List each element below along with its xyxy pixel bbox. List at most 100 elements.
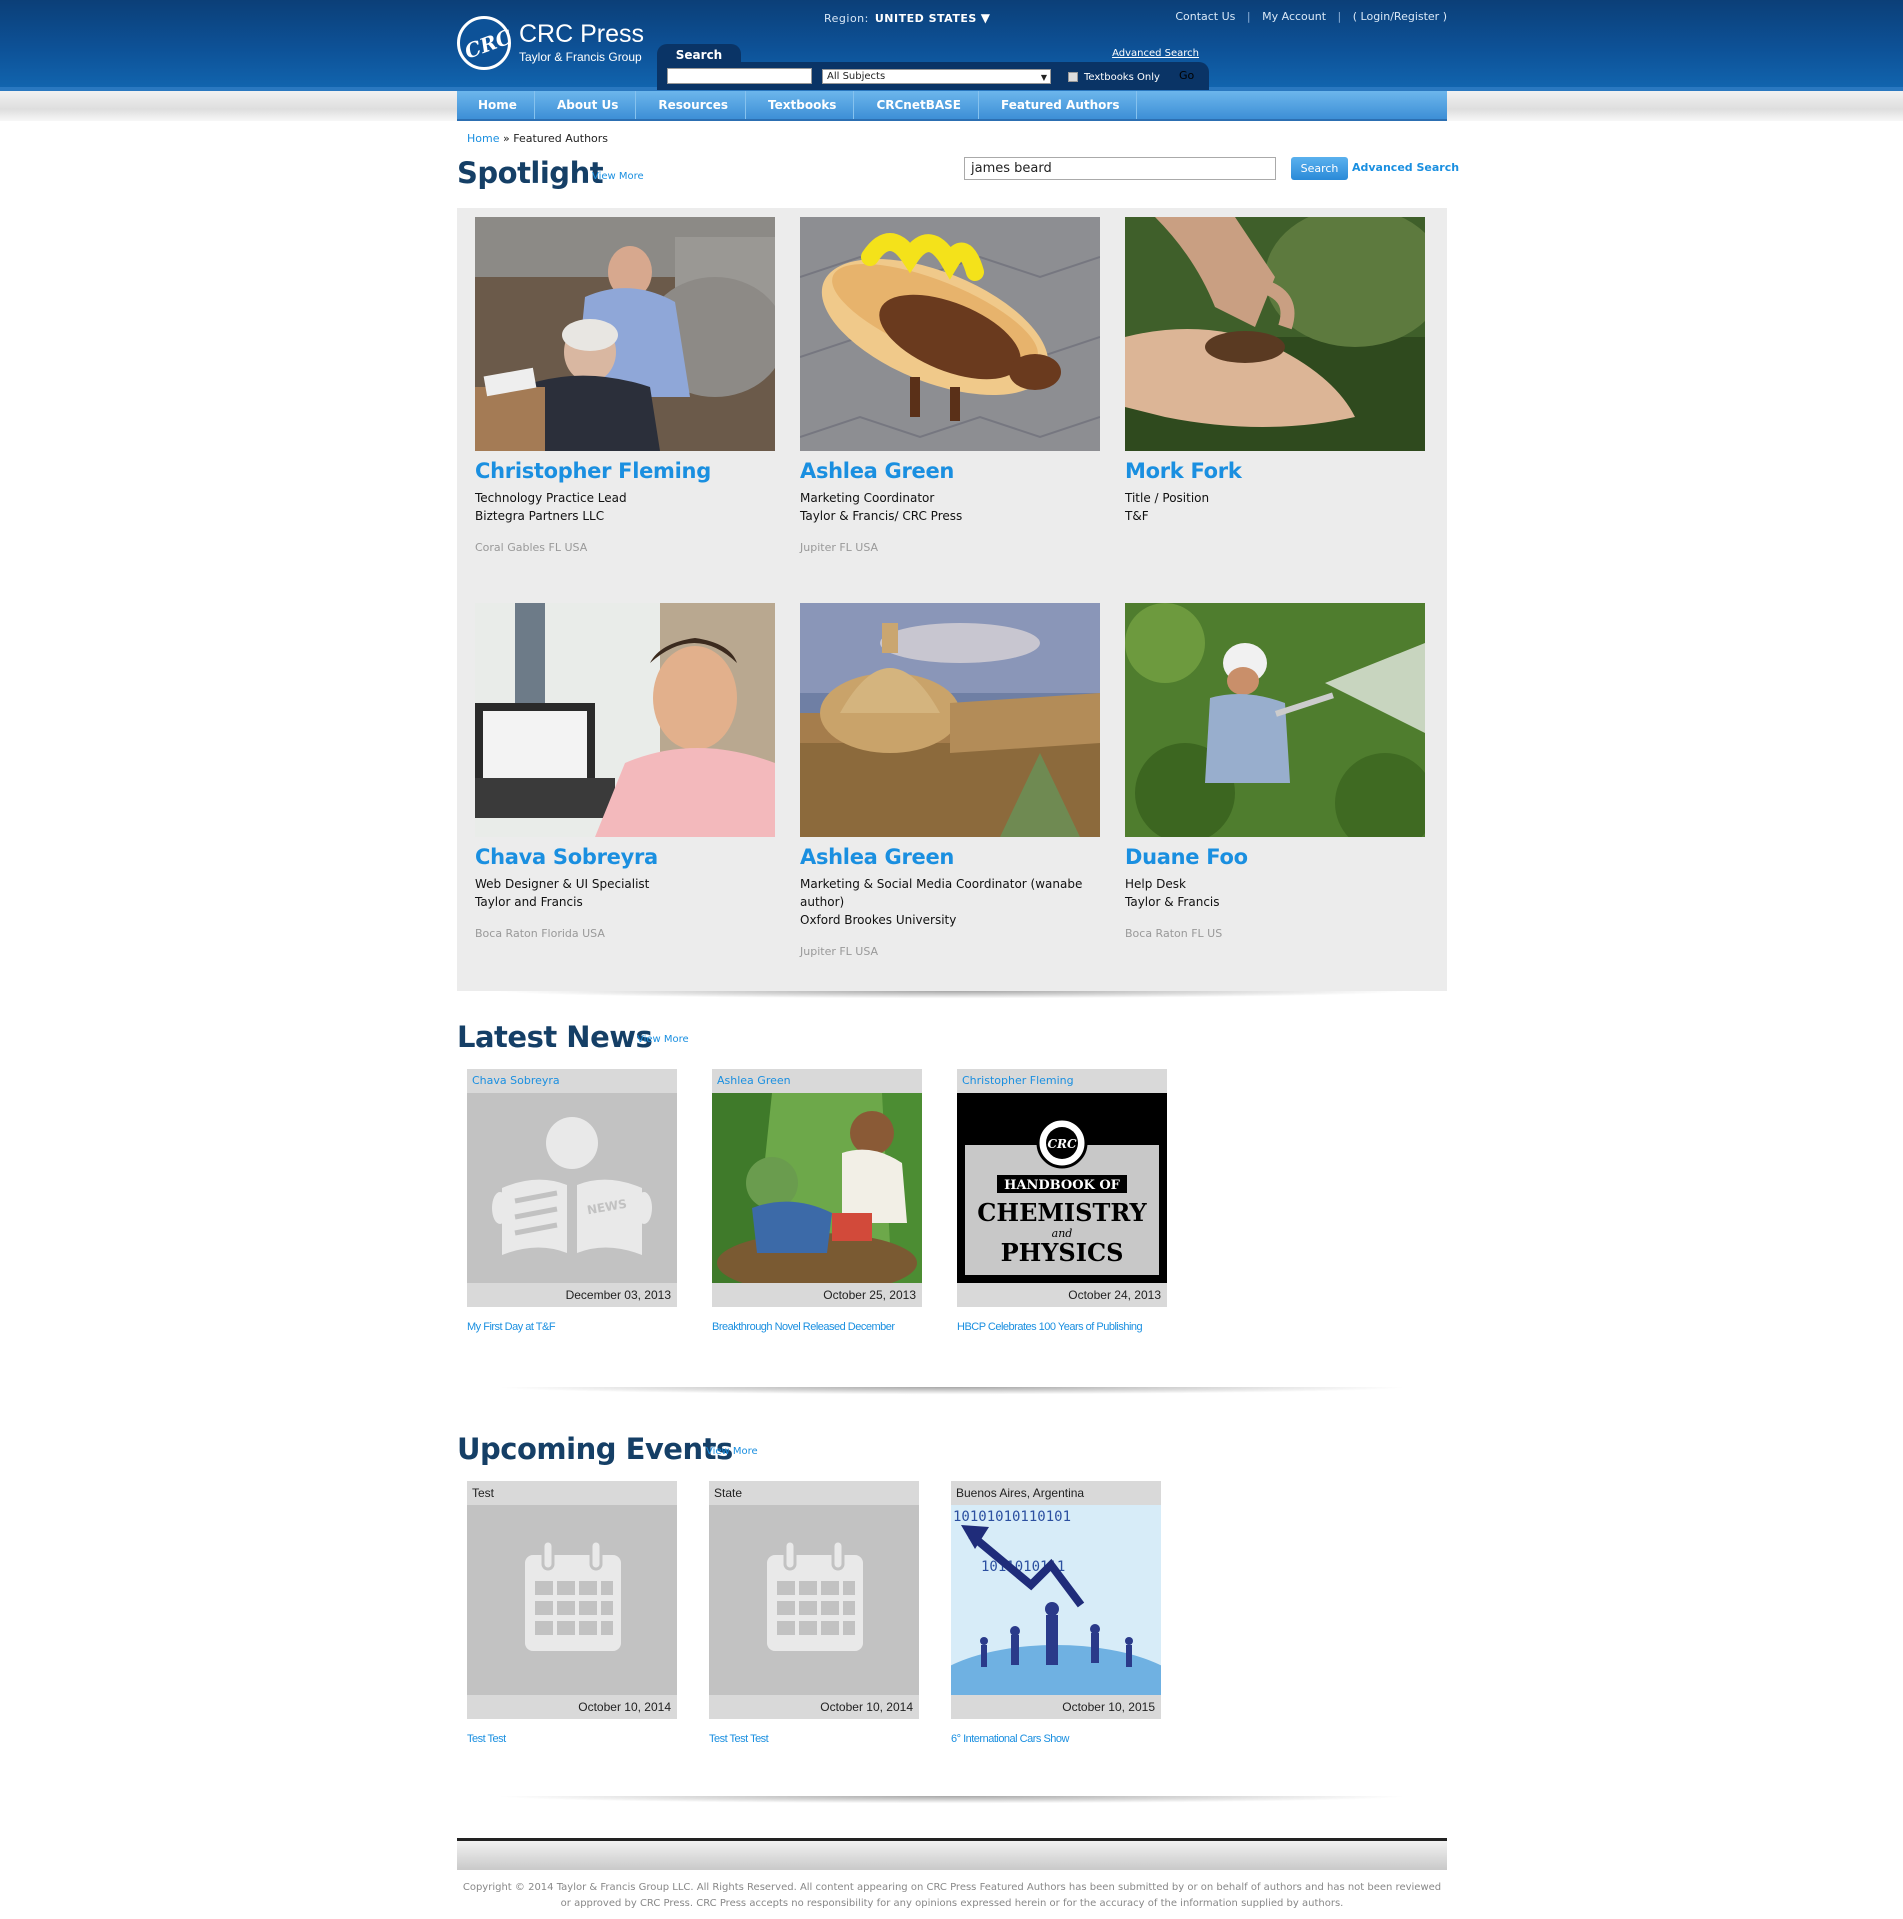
author-role: Title / Position T&F: [1125, 489, 1425, 525]
calendar-icon[interactable]: [467, 1505, 677, 1695]
author-position: Web Designer & UI Specialist: [475, 877, 650, 891]
main-nav: Home About Us Resources Textbooks CRCnet…: [457, 91, 1447, 121]
region-value: UNITED STATES: [874, 12, 977, 25]
go-button[interactable]: Go: [1179, 69, 1194, 82]
header-search-input[interactable]: [667, 68, 812, 84]
events-view-more[interactable]: View More: [706, 1446, 758, 1457]
cover-badge-text: CRC: [1047, 1137, 1077, 1151]
author-card[interactable]: Ashlea Green Marketing Coordinator Taylo…: [800, 217, 1100, 554]
crc-press-logo[interactable]: CRC CRC Press Taylor & Francis Group: [457, 16, 657, 74]
svg-text:10101010110101: 10101010110101: [953, 1509, 1071, 1525]
news-headline[interactable]: HBCP Celebrates 100 Years of Publishing: [957, 1321, 1167, 1333]
author-search-button[interactable]: Search: [1291, 157, 1348, 180]
author-search-input[interactable]: james beard: [964, 157, 1276, 180]
news-image[interactable]: CRC HANDBOOK OF CHEMISTRY and PHYSICS: [957, 1093, 1167, 1283]
news-placeholder-icon[interactable]: NEWS: [467, 1093, 677, 1283]
news-image[interactable]: [712, 1093, 922, 1283]
author-role: Technology Practice Lead Biztegra Partne…: [475, 489, 775, 525]
cover-title-line1: HANDBOOK OF: [1004, 1178, 1121, 1193]
subject-select[interactable]: All Subjects ▼: [822, 69, 1051, 84]
author-name[interactable]: Ashlea Green: [800, 459, 1100, 483]
advanced-search-link[interactable]: Advanced Search: [1112, 48, 1199, 59]
header-search: Search Advanced Search All Subjects ▼ Tex…: [657, 44, 1209, 90]
author-photo[interactable]: [800, 217, 1100, 451]
news-card[interactable]: Chava Sobreyra NEWS December 03, 2013 My…: [467, 1069, 677, 1333]
news-card[interactable]: Ashlea Green October 25, 2013 Breakthrou…: [712, 1069, 922, 1333]
author-card[interactable]: Mork Fork Title / Position T&F: [1125, 217, 1425, 541]
region-selector[interactable]: Region: UNITED STATES ▼: [824, 11, 991, 25]
author-name[interactable]: Ashlea Green: [800, 845, 1100, 869]
breadcrumb-separator: »: [502, 132, 510, 145]
event-card[interactable]: Buenos Aires, Argentina 10101010110101 1…: [951, 1481, 1161, 1745]
news-headline[interactable]: Breakthrough Novel Released December: [712, 1321, 922, 1333]
my-account-link[interactable]: My Account: [1262, 10, 1326, 23]
nav-resources[interactable]: Resources: [636, 91, 747, 119]
author-card[interactable]: Christopher Fleming Technology Practice …: [475, 217, 775, 554]
author-photo[interactable]: [1125, 217, 1425, 451]
breadcrumb-home[interactable]: Home: [467, 132, 499, 145]
brand-name: CRC Press: [519, 20, 645, 48]
textbooks-only-checkbox[interactable]: [1068, 72, 1078, 82]
brand-subtitle: Taylor & Francis Group: [519, 50, 642, 64]
event-date: October 10, 2014: [709, 1695, 919, 1719]
crc-logo-text: CRC: [461, 24, 516, 64]
author-location: Jupiter FL USA: [800, 945, 879, 958]
breadcrumb: Home » Featured Authors: [467, 132, 608, 145]
contact-us-link[interactable]: Contact Us: [1175, 10, 1235, 23]
news-date: October 25, 2013: [712, 1283, 922, 1307]
separator: |: [1337, 10, 1342, 23]
section-divider: [457, 1387, 1447, 1395]
event-image[interactable]: 10101010110101 1011010111: [951, 1505, 1161, 1695]
spotlight-view-more[interactable]: View More: [592, 171, 644, 182]
author-photo[interactable]: [475, 603, 775, 837]
breadcrumb-current: Featured Authors: [513, 132, 609, 145]
news-headline[interactable]: My First Day at T&F: [467, 1321, 677, 1333]
event-location: Test: [467, 1481, 677, 1505]
spotlight-title: Spotlight: [457, 156, 604, 190]
author-name[interactable]: Chava Sobreyra: [475, 845, 775, 869]
author-location: Boca Raton Florida USA: [475, 927, 605, 940]
textbooks-only-label: Textbooks Only: [1084, 72, 1160, 83]
author-photo[interactable]: [1125, 603, 1425, 837]
author-company: Taylor & Francis/ CRC Press: [800, 509, 963, 523]
textbooks-only-option[interactable]: Textbooks Only: [1068, 72, 1160, 83]
author-role: Help Desk Taylor & Francis: [1125, 875, 1425, 911]
author-advanced-search-link[interactable]: Advanced Search: [1352, 161, 1459, 174]
author-card[interactable]: Chava Sobreyra Web Designer & UI Special…: [475, 603, 775, 940]
news-author[interactable]: Chava Sobreyra: [467, 1069, 677, 1093]
author-photo[interactable]: [475, 217, 775, 451]
author-position: Marketing & Social Media Coordinator (wa…: [800, 877, 1083, 909]
login-register-link[interactable]: ( Login/Register ): [1353, 10, 1447, 23]
news-view-more[interactable]: View More: [637, 1034, 689, 1045]
author-card[interactable]: Duane Foo Help Desk Taylor & Francis Boc…: [1125, 603, 1425, 940]
event-card[interactable]: State October 10, 2014 Test Test Test: [709, 1481, 919, 1745]
nav-textbooks[interactable]: Textbooks: [746, 91, 855, 119]
section-divider: [457, 991, 1447, 999]
separator: |: [1246, 10, 1251, 23]
event-card[interactable]: Test October 10, 2014 Test Test: [467, 1481, 677, 1745]
nav-featured-authors[interactable]: Featured Authors: [979, 91, 1138, 119]
news-author[interactable]: Christopher Fleming: [957, 1069, 1167, 1093]
news-card[interactable]: Christopher Fleming CRC HANDBOOK OF CHEM…: [957, 1069, 1167, 1333]
event-title[interactable]: Test Test: [467, 1733, 677, 1745]
upcoming-events-title: Upcoming Events: [457, 1432, 733, 1466]
author-name[interactable]: Duane Foo: [1125, 845, 1425, 869]
news-author[interactable]: Ashlea Green: [712, 1069, 922, 1093]
author-location: Coral Gables FL USA: [475, 541, 588, 554]
author-photo[interactable]: [800, 603, 1100, 837]
event-title[interactable]: Test Test Test: [709, 1733, 919, 1745]
author-position: Technology Practice Lead: [475, 491, 627, 505]
nav-crcnetbase[interactable]: CRCnetBASE: [854, 91, 979, 119]
calendar-icon[interactable]: [709, 1505, 919, 1695]
author-company: Taylor and Francis: [475, 895, 583, 909]
event-title[interactable]: 6° International Cars Show: [951, 1733, 1161, 1745]
cover-title-line4: PHYSICS: [1001, 1238, 1124, 1267]
event-date: October 10, 2015: [951, 1695, 1161, 1719]
nav-about-us[interactable]: About Us: [535, 91, 637, 119]
author-position: Title / Position: [1125, 491, 1210, 505]
account-links: Contact Us | My Account | ( Login/Regist…: [1167, 10, 1447, 23]
author-name[interactable]: Mork Fork: [1125, 459, 1425, 483]
author-name[interactable]: Christopher Fleming: [475, 459, 775, 483]
author-card[interactable]: Ashlea Green Marketing & Social Media Co…: [800, 603, 1100, 958]
nav-home[interactable]: Home: [457, 91, 535, 119]
